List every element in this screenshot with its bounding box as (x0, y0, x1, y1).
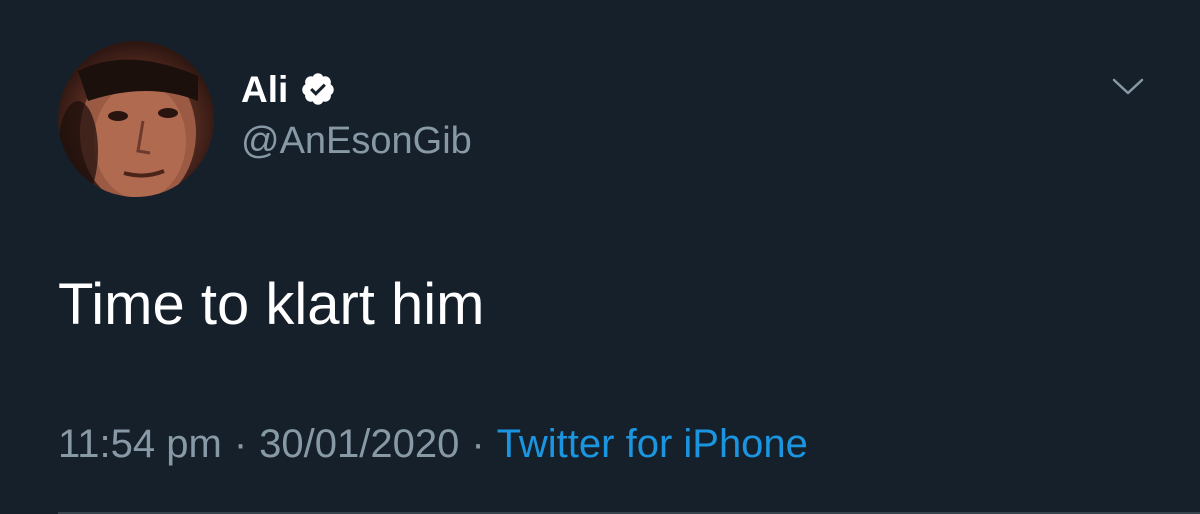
verified-badge-icon (300, 71, 336, 107)
separator: · (471, 422, 485, 466)
separator: · (233, 422, 248, 466)
tweet-time[interactable]: 11:54 pm (58, 422, 222, 466)
profile-photo-icon (58, 59, 198, 197)
avatar[interactable] (58, 41, 214, 197)
chevron-down-icon[interactable] (1110, 74, 1146, 98)
tweet-date[interactable]: 30/01/2020 (259, 422, 459, 466)
tweet-card: Ali @AnEsonGib Time to klart him 11:54 p… (0, 0, 1200, 514)
tweet-source-link[interactable]: Twitter for iPhone (497, 422, 808, 466)
tweet-text: Time to klart him (58, 272, 485, 337)
author-name-row[interactable]: Ali (241, 64, 336, 114)
display-name[interactable]: Ali (241, 71, 288, 108)
author-handle[interactable]: @AnEsonGib (241, 122, 472, 160)
tweet-metadata: 11:54 pm · 30/01/2020 · Twitter for iPhone (58, 424, 808, 464)
